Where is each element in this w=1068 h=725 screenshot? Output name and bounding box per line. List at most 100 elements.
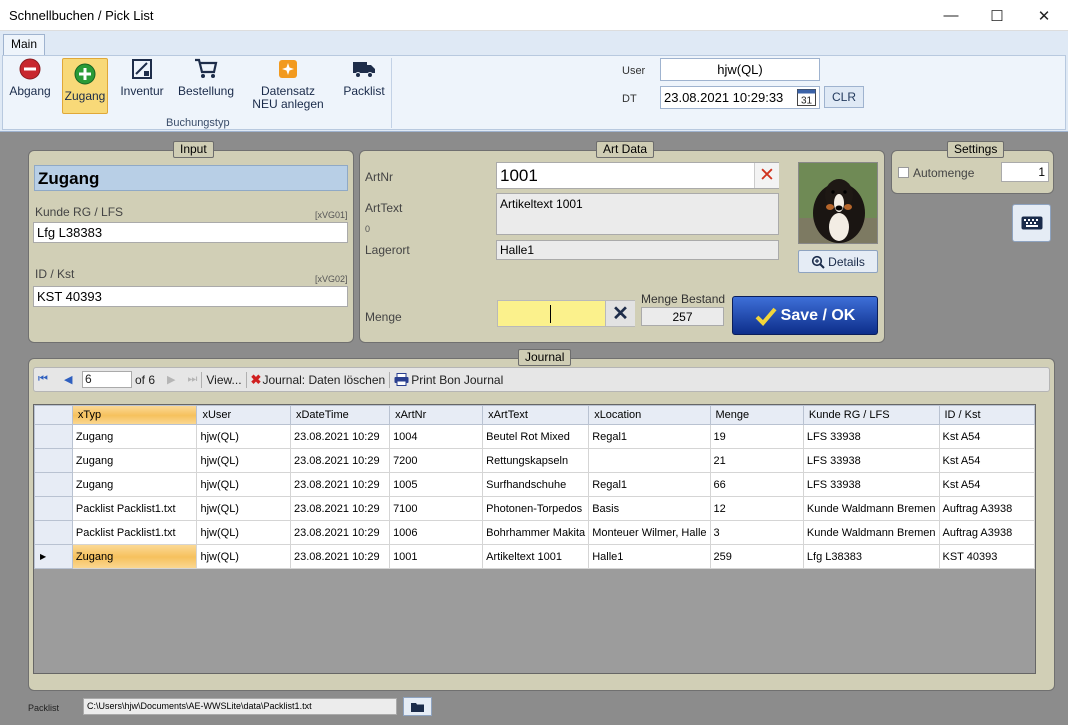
clr-button[interactable]: CLR: [824, 86, 864, 108]
inventur-button[interactable]: Inventur: [119, 58, 165, 114]
cell-xtyp[interactable]: Zugang: [71, 424, 198, 449]
col-header-id-kst[interactable]: ID / Kst: [938, 405, 1035, 425]
bestellung-button[interactable]: Bestellung: [178, 58, 234, 114]
zugang-button[interactable]: Zugang: [62, 58, 108, 114]
col-header-xdatetime[interactable]: xDateTime: [289, 405, 391, 425]
col-header-xlocation[interactable]: xLocation: [588, 405, 711, 425]
cell-xarttext[interactable]: Rettungskapseln: [482, 448, 590, 473]
cell-xuser[interactable]: hjw(QL): [196, 544, 291, 569]
last-page-icon[interactable]: ⏭: [187, 373, 197, 386]
dt-field[interactable]: 23.08.2021 10:29:33 31: [660, 86, 820, 109]
cell-menge[interactable]: 3: [709, 520, 804, 545]
maximize-button[interactable]: ☐: [974, 0, 1020, 31]
cell-xuser[interactable]: hjw(QL): [196, 496, 291, 521]
details-button[interactable]: Details: [798, 250, 878, 273]
cell-xartnr[interactable]: 1005: [389, 472, 484, 497]
cell-xtyp[interactable]: Packlist Packlist1.txt: [71, 496, 198, 521]
row-header[interactable]: [34, 448, 73, 473]
col-header-menge[interactable]: Menge: [709, 405, 804, 425]
cell-xarttext[interactable]: Bohrhammer Makita: [482, 520, 590, 545]
col-header-xartnr[interactable]: xArtNr: [389, 405, 484, 425]
cell-kunde[interactable]: LFS 33938: [802, 448, 940, 473]
packlist-path-field[interactable]: C:\Users\hjw\Documents\AE-WWSLite\data\P…: [83, 698, 397, 715]
cell-xarttext[interactable]: Beutel Rot Mixed: [482, 424, 590, 449]
cell-xlocation[interactable]: Halle1: [588, 544, 711, 569]
cell-xdatetime[interactable]: 23.08.2021 10:29: [289, 520, 391, 545]
delete-journal-button[interactable]: Journal: Daten löschen: [262, 373, 385, 387]
calendar-icon[interactable]: 31: [797, 89, 816, 106]
clear-menge-icon[interactable]: ✕: [605, 301, 635, 326]
abgang-button[interactable]: Abgang: [8, 58, 52, 114]
cell-xtyp[interactable]: Zugang: [71, 448, 198, 473]
automenge-checkbox[interactable]: [898, 167, 909, 178]
cell-id-kst[interactable]: KST 40393: [938, 544, 1035, 569]
cell-xdatetime[interactable]: 23.08.2021 10:29: [289, 544, 391, 569]
cell-xartnr[interactable]: 7100: [389, 496, 484, 521]
cell-id-kst[interactable]: Auftrag A3938: [938, 520, 1035, 545]
first-page-icon[interactable]: ⏮: [38, 373, 52, 386]
col-header-xuser[interactable]: xUser: [196, 405, 291, 425]
id-input[interactable]: KST 40393: [33, 286, 348, 307]
next-page-icon[interactable]: ▶: [167, 373, 175, 386]
cell-xuser[interactable]: hjw(QL): [196, 472, 291, 497]
cell-xtyp[interactable]: Zugang: [71, 472, 198, 497]
new-record-button[interactable]: Datensatz NEU anlegen: [246, 58, 330, 114]
cell-kunde[interactable]: LFS 33938: [802, 424, 940, 449]
row-header[interactable]: [34, 472, 73, 497]
cell-xtyp[interactable]: Zugang: [71, 544, 198, 569]
browse-button[interactable]: [403, 697, 432, 716]
cell-xartnr[interactable]: 1001: [389, 544, 484, 569]
cell-kunde[interactable]: Kunde Waldmann Bremen: [802, 496, 940, 521]
kunde-input[interactable]: Lfg L38383: [33, 222, 348, 243]
table-row[interactable]: Zugang hjw(QL) 23.08.2021 10:29 1005 Surfhan…: [34, 472, 1035, 497]
cell-menge[interactable]: 259: [709, 544, 804, 569]
packlist-button[interactable]: Packlist: [342, 58, 386, 114]
table-row[interactable]: Zugang hjw(QL) 23.08.2021 10:29 7200 Rettung…: [34, 448, 1035, 473]
view-button[interactable]: View...: [206, 373, 241, 387]
row-header[interactable]: [34, 496, 73, 521]
col-header-xarttext[interactable]: xArtText: [482, 405, 590, 425]
cell-id-kst[interactable]: Kst A54: [938, 448, 1035, 473]
cell-xlocation[interactable]: Basis: [588, 496, 711, 521]
cell-kunde[interactable]: Lfg L38383: [802, 544, 940, 569]
cell-xarttext[interactable]: Surfhandschuhe: [482, 472, 590, 497]
artnr-input[interactable]: 1001 ✕: [496, 162, 779, 189]
menge-input[interactable]: ✕: [497, 300, 635, 327]
minimize-button[interactable]: —: [928, 0, 974, 31]
clear-artnr-icon[interactable]: ✕: [754, 163, 779, 188]
cell-xartnr[interactable]: 1006: [389, 520, 484, 545]
cell-xlocation[interactable]: Monteuer Wilmer, Halle: [588, 520, 711, 545]
current-row-indicator-icon[interactable]: ▶: [34, 544, 73, 569]
col-header-kunde[interactable]: Kunde RG / LFS: [802, 405, 940, 425]
keyboard-button[interactable]: [1012, 204, 1051, 242]
tab-main[interactable]: Main: [3, 34, 45, 55]
cell-xtyp[interactable]: Packlist Packlist1.txt: [71, 520, 198, 545]
cell-xarttext[interactable]: Photonen-Torpedos: [482, 496, 590, 521]
user-field[interactable]: hjw(QL): [660, 58, 820, 81]
row-header[interactable]: [34, 520, 73, 545]
cell-xuser[interactable]: hjw(QL): [196, 424, 291, 449]
save-ok-button[interactable]: Save / OK: [732, 296, 878, 335]
cell-xdatetime[interactable]: 23.08.2021 10:29: [289, 448, 391, 473]
cell-kunde[interactable]: Kunde Waldmann Bremen: [802, 520, 940, 545]
cell-menge[interactable]: 19: [709, 424, 804, 449]
col-header-xtyp[interactable]: xTyp: [71, 405, 198, 425]
cell-menge[interactable]: 66: [709, 472, 804, 497]
row-header[interactable]: [34, 424, 73, 449]
automenge-input[interactable]: 1: [1001, 162, 1049, 182]
prev-page-icon[interactable]: ◀: [64, 373, 74, 386]
cell-xlocation[interactable]: Regal1: [588, 472, 711, 497]
print-journal-button[interactable]: Print Bon Journal: [411, 373, 503, 387]
table-row[interactable]: ▶ Zugang hjw(QL) 23.08.2021 10:29 1001 Artike…: [34, 544, 1035, 569]
cell-menge[interactable]: 12: [709, 496, 804, 521]
cell-xdatetime[interactable]: 23.08.2021 10:29: [289, 472, 391, 497]
cell-xarttext[interactable]: Artikeltext 1001: [482, 544, 590, 569]
cell-xuser[interactable]: hjw(QL): [196, 448, 291, 473]
cell-id-kst[interactable]: Kst A54: [938, 472, 1035, 497]
table-row[interactable]: Packlist Packlist1.txt hjw(QL) 23.08.2021 …: [34, 520, 1035, 545]
table-row[interactable]: Packlist Packlist1.txt hjw(QL) 23.08.2021 …: [34, 496, 1035, 521]
cell-xartnr[interactable]: 1004: [389, 424, 484, 449]
cell-id-kst[interactable]: Kst A54: [938, 424, 1035, 449]
page-input[interactable]: 6: [82, 371, 132, 388]
cell-xlocation[interactable]: Regal1: [588, 424, 711, 449]
